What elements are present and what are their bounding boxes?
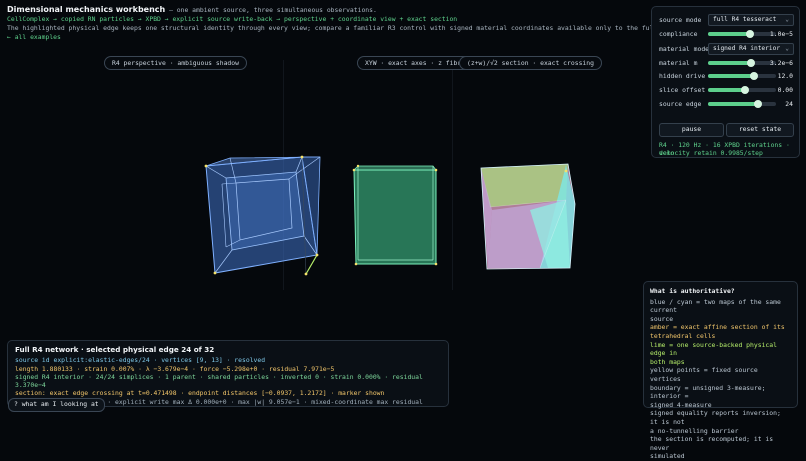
material-mode-select[interactable]: signed R4 interior ⌄ [708, 43, 794, 55]
status-line: velocity retain 0.9985/step [659, 149, 763, 157]
legend-line: signed 4-measure [650, 400, 712, 409]
xyw-cube [352, 164, 438, 266]
source-mode-label: source mode [659, 16, 702, 24]
slice-offset-value: 0.00 [777, 86, 793, 94]
material-m-value: 3.2e−6 [769, 59, 793, 67]
legend-line: both maps [650, 357, 685, 366]
compliance-label: compliance [659, 30, 698, 38]
chevron-down-icon: ⌄ [785, 45, 789, 52]
slider-handle[interactable] [750, 72, 759, 80]
slider-handle[interactable] [746, 59, 755, 67]
material-mode-label: material mode [659, 45, 710, 53]
compliance-slider[interactable] [708, 30, 776, 38]
network-title: Full R4 network · selected physical edge… [15, 345, 215, 354]
authority-title: What is authoritative? [650, 287, 735, 295]
section-cube [480, 163, 576, 270]
network-interior-line: signed R4 interior · 24/24 simplices · 1… [15, 372, 423, 390]
tesseract-perspective [204, 155, 321, 276]
hidden-drive-slider[interactable] [708, 72, 776, 80]
hidden-drive-value: 12.0 [777, 72, 793, 80]
slice-offset-row: slice offset 0.00 [659, 84, 793, 96]
help-button[interactable]: ? what am I looking at [8, 398, 105, 412]
source-edge-value: 24 [785, 100, 793, 108]
legend-line: blue / cyan = two maps of the same curre… [650, 297, 781, 315]
material-m-label: material m [659, 59, 698, 67]
network-length-line: length 1.880133 · strain 0.007% · λ −3.6… [15, 364, 335, 373]
legend-line: source [650, 314, 674, 323]
hidden-drive-label: hidden drive [659, 72, 706, 80]
hidden-drive-row: hidden drive 12.0 [659, 70, 793, 82]
network-source-line: source id explicit:elastic-edges/24 · ve… [15, 356, 266, 365]
reset-state-button[interactable]: reset state [726, 123, 794, 137]
legend-line: lime = one source-backed physical edge i… [650, 340, 777, 358]
material-m-row: material m 3.2e−6 [659, 57, 793, 69]
material-mode-row: material mode signed R4 interior ⌄ [659, 43, 794, 55]
pause-button[interactable]: pause [659, 123, 724, 137]
authority-panel: What is authoritative? blue / cyan = two… [643, 281, 798, 460]
legend-line: boundary = unsigned 3-measure; interior … [650, 383, 766, 401]
slider-handle[interactable] [746, 30, 755, 38]
chevron-down-icon: ⌄ [785, 16, 789, 23]
source-edge-row: source edge 24 [659, 98, 793, 110]
slice-offset-label: slice offset [659, 86, 706, 94]
source-edge-slider[interactable] [708, 100, 776, 108]
compliance-value: 1.0e−5 [769, 30, 793, 38]
authority-lines: blue / cyan = two maps of the same curre… [650, 298, 791, 461]
source-mode-select[interactable]: full R4 tesseract ⌄ [708, 14, 794, 26]
source-edge-label: source edge [659, 100, 702, 108]
legend-line: the section is recomputed; it is never [650, 435, 774, 452]
legend-line: yellow points = fixed source vertices [650, 366, 758, 383]
slice-offset-slider[interactable] [708, 86, 776, 94]
legend-line: tetrahedral cells [650, 331, 716, 340]
legend-line: amber = exact affine section of its [650, 323, 785, 332]
network-section-line: section: exact edge crossing at t=0.4714… [15, 389, 385, 398]
network-panel: Full R4 network · selected physical edge… [7, 340, 449, 407]
material-m-slider[interactable] [708, 59, 776, 67]
slider-handle[interactable] [754, 100, 763, 108]
slider-handle[interactable] [741, 86, 750, 94]
compliance-row: compliance 1.0e−5 [659, 28, 793, 40]
legend-line: simulated [650, 452, 685, 461]
legend-line: a no-tunnelling barrier [650, 426, 739, 435]
source-mode-value: full R4 tesseract [713, 16, 777, 23]
source-mode-row: source mode full R4 tesseract ⌄ [659, 14, 794, 26]
material-mode-value: signed R4 interior [713, 45, 781, 52]
legend-line: signed equality reports inversion; it is… [650, 409, 781, 426]
control-panel: source mode full R4 tesseract ⌄ complianc… [651, 6, 800, 158]
